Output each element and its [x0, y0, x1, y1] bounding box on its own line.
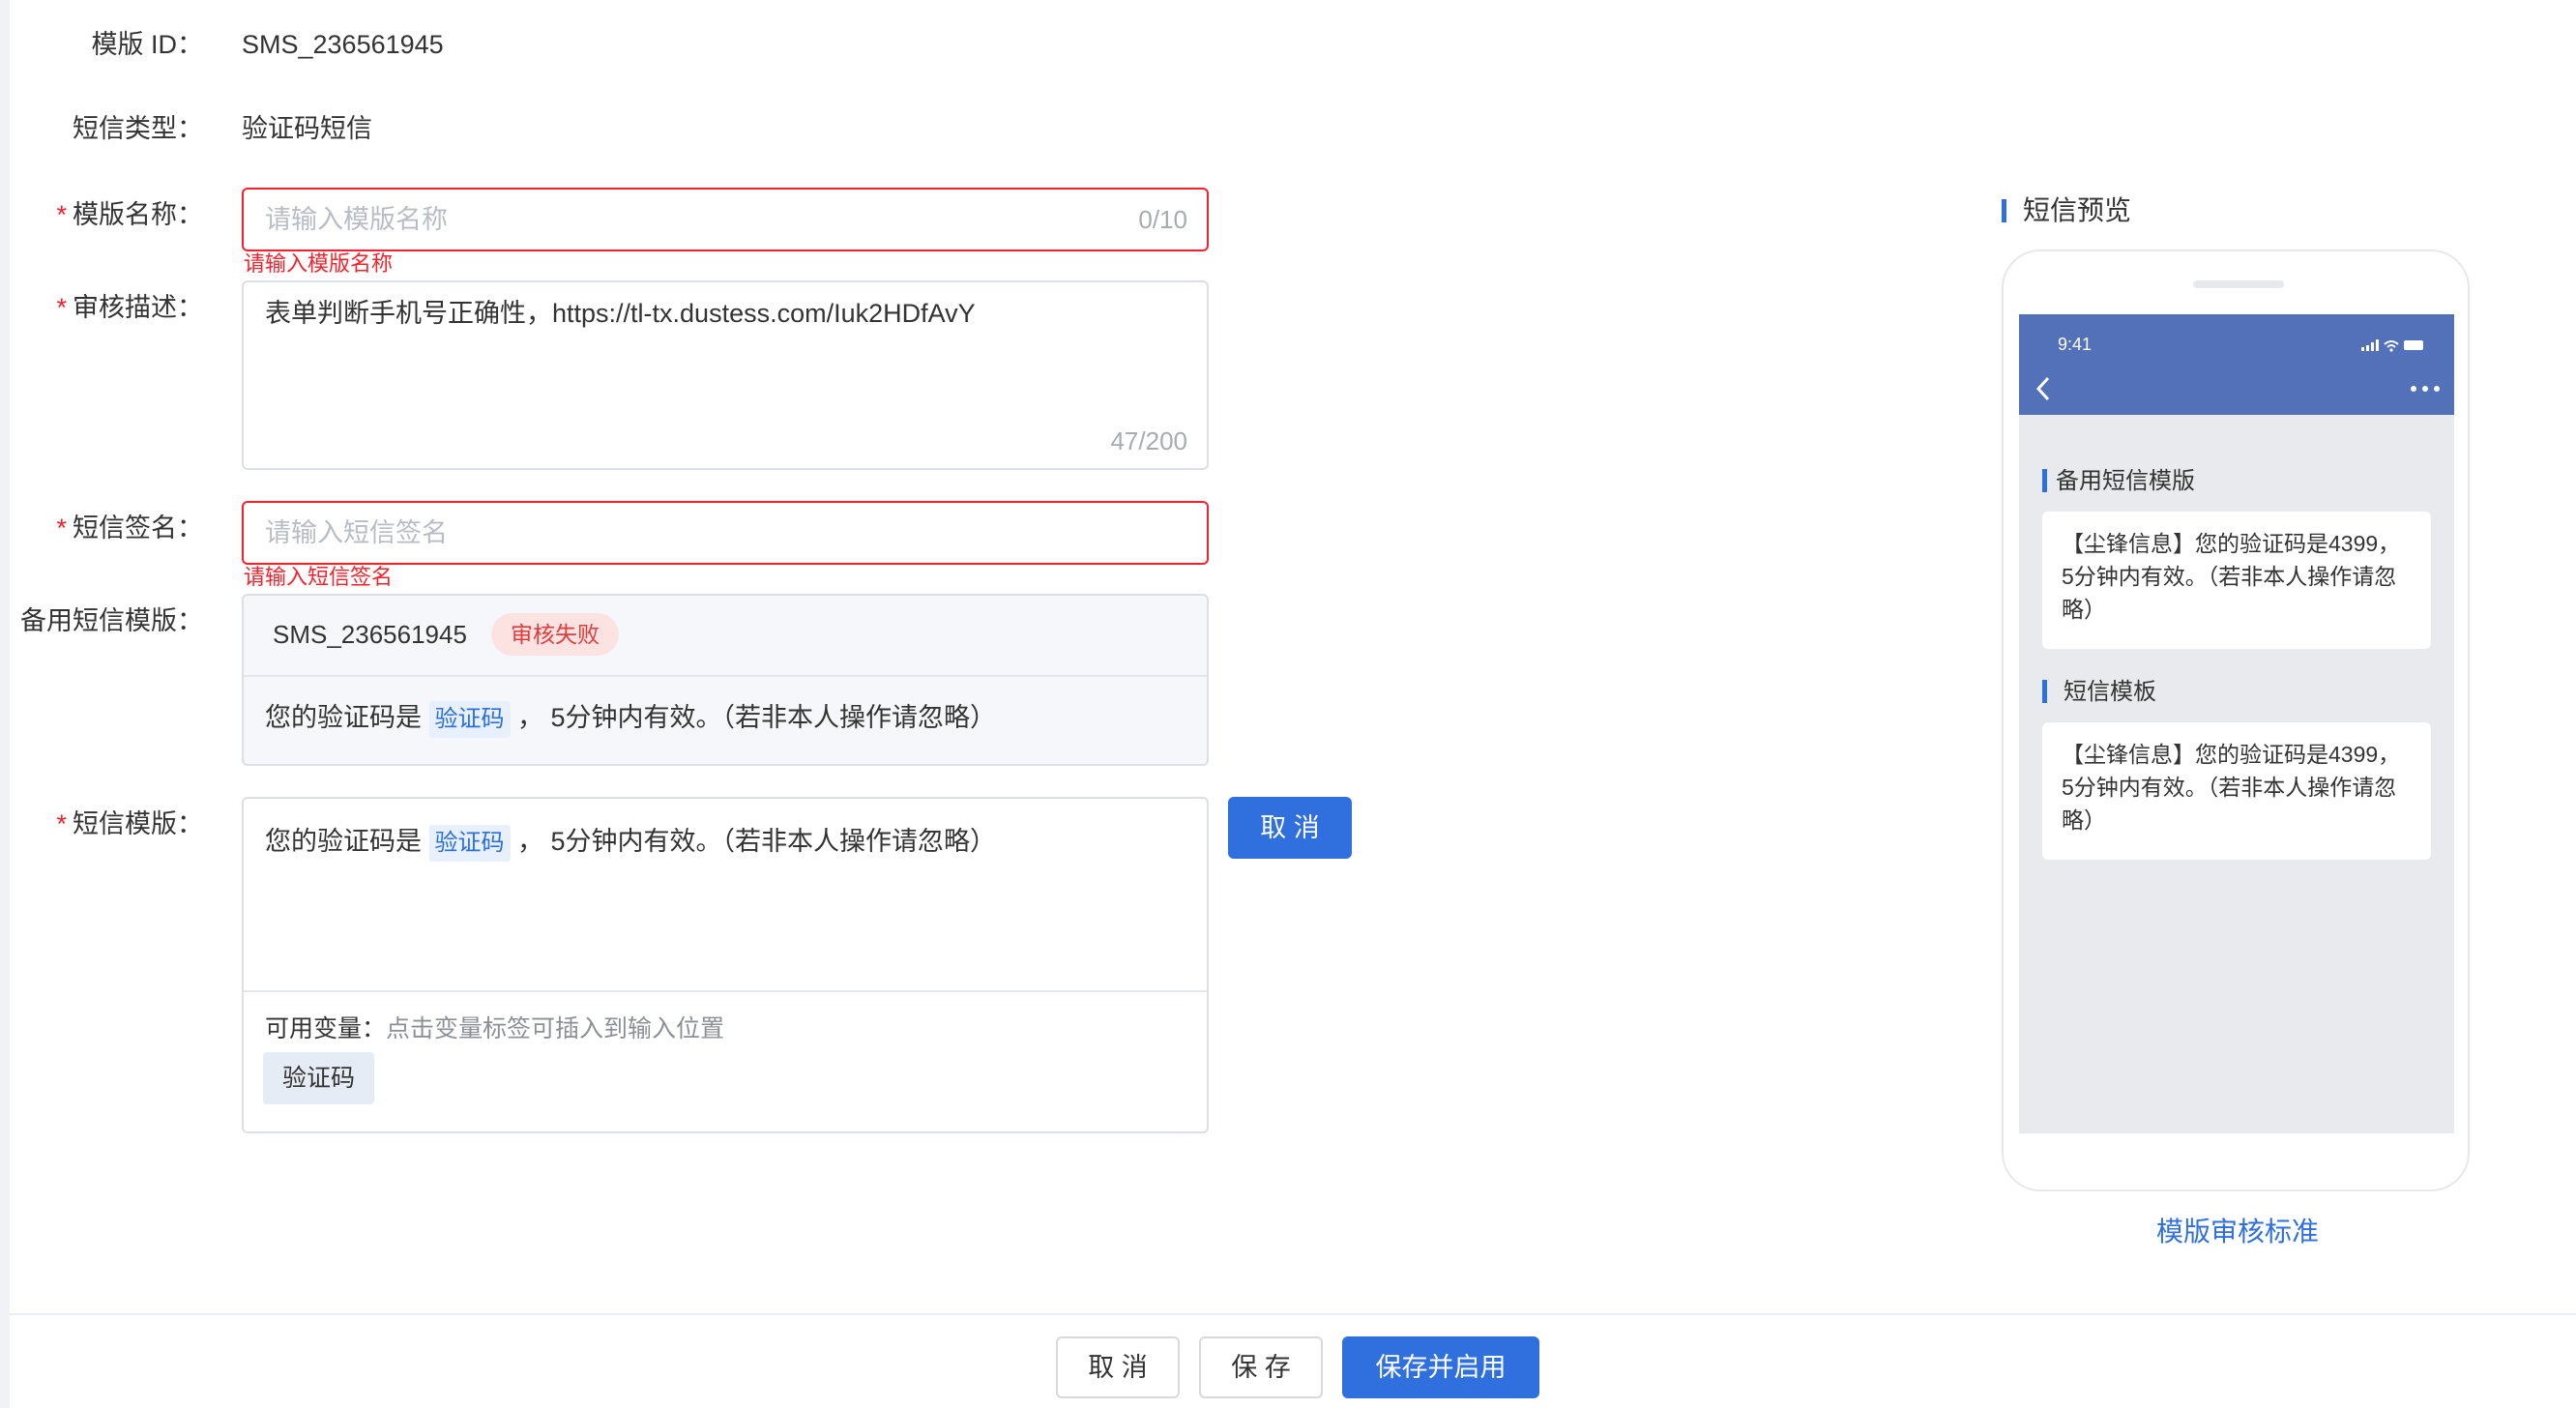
phone-preview: 9:41 备用短信模版 【尘锋信息】您的验证码是4399，5分钟内有效。（若非本…: [2002, 249, 2470, 1191]
signal-wifi-battery-icon: [2359, 336, 2427, 355]
sms-sign-placeholder: 请输入短信签名: [265, 518, 448, 547]
cancel-side-button[interactable]: 取 消: [1228, 797, 1352, 859]
backup-preview-title: 备用短信模版: [2056, 468, 2195, 494]
backup-preview-card: 【尘锋信息】您的验证码是4399，5分钟内有效。（若非本人操作请忽略）: [2042, 512, 2431, 649]
review-desc-text: 表单判断手机号正确性，https://tl-tx.dustess.com/Iuk…: [265, 299, 976, 328]
review-desc-counter: 47/200: [1110, 426, 1187, 455]
required-mark: *: [56, 809, 67, 838]
required-mark: *: [56, 513, 67, 543]
tpl-var-tag[interactable]: 验证码: [428, 825, 511, 862]
vars-hint-row: 可用变量：点击变量标签可插入到输入位置: [265, 1010, 724, 1048]
template-name-counter: 0/10: [1138, 205, 1187, 234]
template-name-label: * 模版名称：: [56, 200, 203, 229]
vars-hint: 点击变量标签可插入到输入位置: [386, 1015, 725, 1042]
phone-status-bar: 9:41: [2019, 314, 2454, 415]
template-divider: [244, 990, 1207, 992]
sms-sign-label: * 短信签名：: [56, 513, 203, 543]
sms-template-content[interactable]: 您的验证码是 验证码 ， 5分钟内有效。（若非本人操作请忽略）: [265, 822, 996, 862]
required-mark: *: [56, 200, 67, 229]
template-name-placeholder: 请输入模版名称: [265, 205, 448, 234]
phone-speaker: [2193, 280, 2284, 288]
phone-time: 9:41: [2058, 335, 2093, 354]
vars-label: 可用变量：: [265, 1015, 387, 1042]
sms-type-label: 短信类型：: [73, 114, 203, 143]
backup-status-badge: 审核失败: [491, 613, 619, 656]
template-name-input[interactable]: 请输入模版名称 0/10: [242, 188, 1209, 251]
footer-divider: [10, 1313, 2576, 1315]
footer-save-enable-button[interactable]: 保存并启用: [1342, 1336, 1539, 1398]
backup-content-prefix: 您的验证码是: [265, 703, 422, 732]
backup-divider: [244, 675, 1207, 677]
review-desc-label: * 审核描述：: [56, 293, 203, 322]
phone-screen: 9:41 备用短信模版 【尘锋信息】您的验证码是4399，5分钟内有效。（若非本…: [2019, 314, 2454, 1133]
tpl-content-prefix: 您的验证码是: [265, 827, 422, 856]
backup-template-box: SMS_236561945 审核失败 您的验证码是 验证码 ， 5分钟内有效。（…: [242, 594, 1209, 766]
backup-var-tag: 验证码: [428, 701, 511, 738]
footer-cancel-button[interactable]: 取 消: [1056, 1336, 1180, 1398]
back-chevron-icon[interactable]: [2033, 374, 2056, 403]
footer-save-button[interactable]: 保 存: [1199, 1336, 1323, 1398]
template-id-value: SMS_236561945: [242, 30, 444, 59]
tpl-content-suffix: ， 5分钟内有效。（若非本人操作请忽略）: [517, 827, 997, 856]
more-dots-icon[interactable]: [2408, 382, 2443, 396]
required-mark: *: [56, 293, 67, 322]
var-chip-verification-code[interactable]: 验证码: [263, 1052, 375, 1104]
tpl-preview-bar: [2042, 680, 2047, 703]
sms-type-value: 验证码短信: [242, 114, 372, 143]
backup-template-content: 您的验证码是 验证码 ， 5分钟内有效。（若非本人操作请忽略）: [265, 698, 996, 738]
sms-template-editor[interactable]: 您的验证码是 验证码 ， 5分钟内有效。（若非本人操作请忽略） 可用变量：点击变…: [242, 797, 1209, 1133]
sms-sign-input[interactable]: 请输入短信签名: [242, 501, 1209, 565]
template-name-error: 请输入模版名称: [244, 251, 394, 276]
sms-sign-error: 请输入短信签名: [244, 565, 394, 589]
preview-title: 短信预览: [2023, 195, 2132, 225]
preview-title-bar: [2002, 199, 2006, 222]
review-desc-textarea[interactable]: 表单判断手机号正确性，https://tl-tx.dustess.com/Iuk…: [242, 280, 1209, 470]
backup-template-id: SMS_236561945: [273, 620, 467, 649]
backup-template-label: 备用短信模版：: [20, 606, 203, 635]
left-edge-strip: [0, 0, 10, 1408]
backup-preview-bar: [2042, 469, 2047, 492]
backup-content-suffix: ， 5分钟内有效。（若非本人操作请忽略）: [517, 703, 997, 732]
tpl-preview-card: 【尘锋信息】您的验证码是4399，5分钟内有效。（若非本人操作请忽略）: [2042, 722, 2431, 860]
review-standard-link[interactable]: 模版审核标准: [2156, 1213, 2319, 1251]
tpl-preview-title: 短信模板: [2064, 679, 2156, 705]
sms-template-label: * 短信模版：: [56, 809, 203, 838]
template-id-label: 模版 ID：: [91, 30, 203, 59]
